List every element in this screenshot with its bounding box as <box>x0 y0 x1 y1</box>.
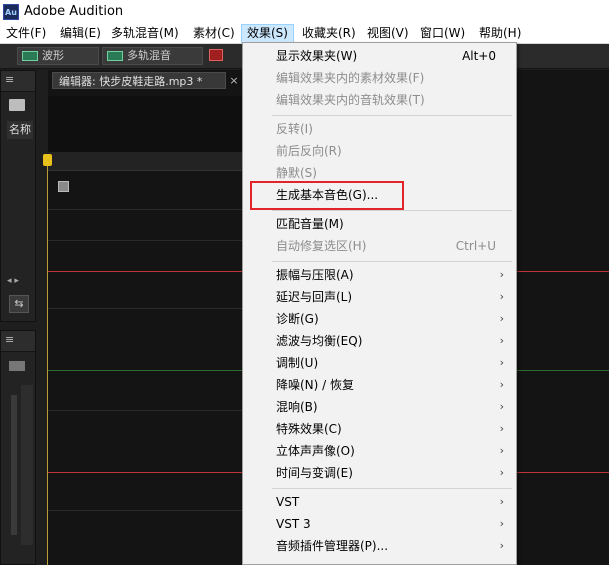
waveform-view-button[interactable]: 波形 <box>17 47 99 65</box>
scroll-arrows[interactable]: ◂ ▸ <box>7 276 31 288</box>
panel-menu-icon-2[interactable]: ≡ <box>5 333 14 346</box>
grid-line <box>48 209 243 210</box>
effects-rack-header: ≡ <box>1 331 35 352</box>
shortcut-text: Alt+0 <box>462 49 496 63</box>
chevron-right-icon: › <box>499 334 504 347</box>
menu-favorites[interactable]: 收藏夹(R) <box>302 24 356 43</box>
menu-item-edit-track-effects[interactable]: 编辑效果夹内的音轨效果(T) <box>243 89 516 111</box>
waveform-channel-line <box>48 271 243 272</box>
window-title: Adobe Audition <box>24 4 124 19</box>
chevron-right-icon: › <box>499 312 504 325</box>
menu-item-invert[interactable]: 反转(I) <box>243 118 516 140</box>
chevron-right-icon: › <box>499 290 504 303</box>
menu-window[interactable]: 窗口(W) <box>420 24 465 43</box>
close-tab-icon[interactable]: × <box>228 72 240 89</box>
audition-logo-icon: Au <box>3 4 19 20</box>
time-ruler[interactable] <box>48 152 243 171</box>
chevron-right-icon: › <box>499 495 504 508</box>
menu-item-diagnostics[interactable]: 诊断(G) › <box>243 308 516 330</box>
chevron-right-icon: › <box>499 400 504 413</box>
menu-view[interactable]: 视图(V) <box>367 24 409 43</box>
menu-item-vst[interactable]: VST › <box>243 491 516 513</box>
effects-rack-panel: ≡ <box>0 330 36 565</box>
panel-menu-icon[interactable]: ≡ <box>5 73 14 86</box>
folder-icon[interactable] <box>9 99 25 111</box>
grid-line <box>48 410 243 411</box>
mark-square-icon[interactable] <box>58 181 69 192</box>
grid-line <box>48 510 243 511</box>
menu-item-auto-heal[interactable]: 自动修复选区(H) Ctrl+U <box>243 235 516 257</box>
menu-item-delay-echo[interactable]: 延迟与回声(L) › <box>243 286 516 308</box>
menu-item-filter-eq[interactable]: 滤波与均衡(EQ) › <box>243 330 516 352</box>
title-bar: Au Adobe Audition <box>0 0 609 24</box>
waveform-label: 波形 <box>42 49 64 62</box>
menu-help[interactable]: 帮助(H) <box>479 24 521 43</box>
menu-multitrack[interactable]: 多轨混音(M) <box>111 24 179 43</box>
chevron-right-icon: › <box>499 517 504 530</box>
editor-right-area <box>517 70 609 565</box>
menu-item-reverb[interactable]: 混响(B) › <box>243 396 516 418</box>
chevron-right-icon: › <box>499 422 504 435</box>
grid-line <box>48 240 243 241</box>
menu-item-noise-reduction[interactable]: 降噪(N) / 恢复 › <box>243 374 516 396</box>
playhead-icon[interactable] <box>43 154 52 166</box>
chevron-right-icon: › <box>499 444 504 457</box>
menu-effects[interactable]: 效果(S) <box>241 24 294 43</box>
overview-strip[interactable] <box>48 96 243 153</box>
waveform-channel-line <box>517 472 609 473</box>
files-panel-header: ≡ <box>1 71 35 92</box>
shortcut-text: Ctrl+U <box>455 239 496 253</box>
menu-item-vst3[interactable]: VST 3 › <box>243 513 516 535</box>
menu-separator <box>272 115 512 116</box>
menu-edit[interactable]: 编辑(E) <box>60 24 101 43</box>
menu-item-edit-clip-effects[interactable]: 编辑效果夹内的素材效果(F) <box>243 67 516 89</box>
list-column <box>21 385 33 545</box>
grid-line <box>48 308 243 309</box>
menu-separator <box>272 488 512 489</box>
chevron-right-icon: › <box>499 539 504 552</box>
menu-item-stereo-imagery[interactable]: 立体声声像(O) › <box>243 440 516 462</box>
keyboard-icon[interactable] <box>9 361 25 371</box>
menu-clip[interactable]: 素材(C) <box>193 24 235 43</box>
import-icon[interactable]: ⇆ <box>9 295 29 313</box>
waveform-center-line <box>48 370 243 371</box>
editor-tab[interactable]: 编辑器: 快步皮鞋走路.mp3 * <box>52 72 226 89</box>
menu-file[interactable]: 文件(F) <box>6 24 46 43</box>
playhead-line <box>47 166 48 565</box>
multitrack-label: 多轨混音 <box>127 49 171 62</box>
menu-item-special[interactable]: 特殊效果(C) › <box>243 418 516 440</box>
annotation-highlight-box <box>250 181 404 210</box>
chevron-right-icon: › <box>499 268 504 281</box>
menu-item-time-pitch[interactable]: 时间与变调(E) › <box>243 462 516 484</box>
chevron-right-icon: › <box>499 466 504 479</box>
chevron-right-icon: › <box>499 378 504 391</box>
multitrack-view-button[interactable]: 多轨混音 <box>102 47 203 65</box>
menu-item-reverse[interactable]: 前后反向(R) <box>243 140 516 162</box>
multitrack-icon <box>107 51 123 61</box>
files-panel: ≡ 名称 ◂ ▸ ⇆ <box>0 70 36 322</box>
menu-separator <box>272 210 512 211</box>
column-header-name[interactable]: 名称 <box>7 121 33 139</box>
menu-bar: 文件(F) 编辑(E) 多轨混音(M) 素材(C) 效果(S) 收藏夹(R) 视… <box>0 24 609 44</box>
waveform-channel-line <box>48 472 243 473</box>
menu-separator <box>272 261 512 262</box>
scrollbar[interactable] <box>11 395 17 535</box>
menu-item-match-volume[interactable]: 匹配音量(M) <box>243 213 516 235</box>
waveform-icon <box>22 51 38 61</box>
waveform-center-line <box>517 370 609 371</box>
menu-item-modulation[interactable]: 调制(U) › <box>243 352 516 374</box>
effects-menu: 显示效果夹(W) Alt+0 编辑效果夹内的素材效果(F) 编辑效果夹内的音轨效… <box>242 42 517 565</box>
record-tool-icon[interactable] <box>209 49 223 61</box>
waveform-channel-line <box>517 271 609 272</box>
menu-item-show-effects-rack[interactable]: 显示效果夹(W) Alt+0 <box>243 45 516 67</box>
chevron-right-icon: › <box>499 356 504 369</box>
menu-item-amplitude[interactable]: 振幅与压限(A) › <box>243 264 516 286</box>
menu-item-plugin-manager[interactable]: 音频插件管理器(P)... › <box>243 535 516 557</box>
